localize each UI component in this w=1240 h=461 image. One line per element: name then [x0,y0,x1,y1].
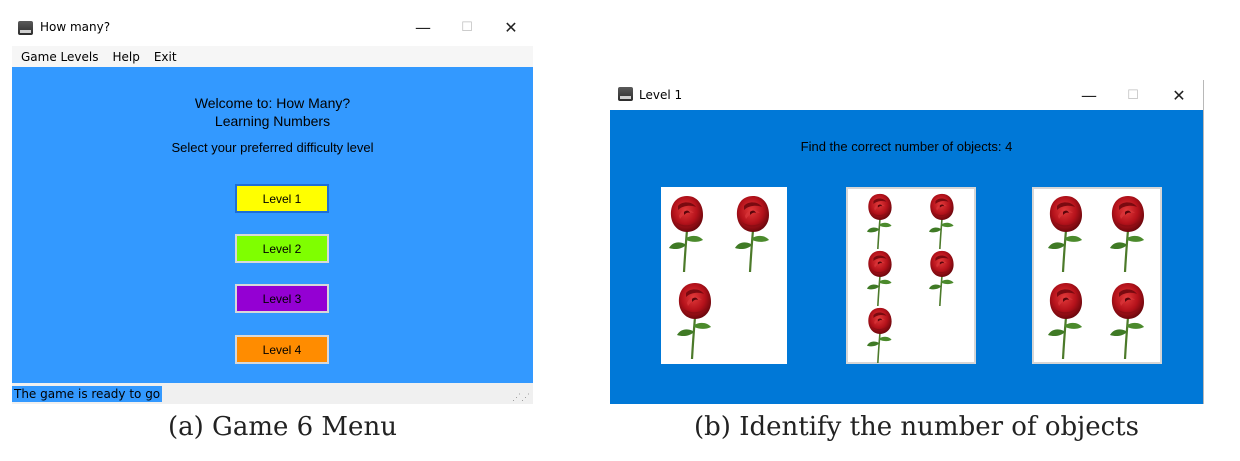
caption-b: (b) Identify the number of objects [694,412,1139,442]
menu-item-exit[interactable]: Exit [149,50,186,64]
caption-a: (a) Game 6 Menu [168,412,397,442]
resize-grip-icon[interactable]: ⋰⋰ [512,393,530,402]
rose-icon [733,191,773,273]
minimize-icon[interactable]: — [1067,80,1111,110]
level-window: Level 1 — ☐ ✕ Find the correct number of… [610,80,1204,404]
rose-icon [862,248,898,306]
rose-icon [862,305,898,363]
rose-icon [924,191,960,249]
welcome-heading: Welcome to: How Many? [194,95,351,111]
menu-item-game-levels[interactable]: Game Levels [16,50,107,64]
menu-client-area: Welcome to: How Many? Learning Numbers S… [12,67,533,383]
level-2-button[interactable]: Level 2 [235,234,329,263]
level-4-button[interactable]: Level 4 [235,335,329,364]
maximize-icon: ☐ [1127,87,1139,103]
app-icon [618,87,633,101]
status-bar: The game is ready to go ⋰⋰ [12,383,533,404]
difficulty-prompt: Select your preferred difficulty level [171,140,374,155]
rose-icon [1046,278,1086,360]
window-title: Level 1 [639,88,683,102]
level-1-button[interactable]: Level 1 [235,184,329,213]
menu-window: How many? — ☐ ✕ Game Levels Help Exit We… [12,10,533,404]
maximize-icon: ☐ [461,19,473,35]
minimize-icon[interactable]: — [401,10,445,44]
close-icon[interactable]: ✕ [1157,80,1201,110]
rose-icon [1108,191,1148,273]
rose-icon [862,191,898,249]
instruction-text: Find the correct number of objects: 4 [800,139,1013,154]
menu-bar: Game Levels Help Exit [12,46,533,67]
status-text: The game is ready to go [12,386,163,402]
answer-card-2[interactable] [846,187,976,364]
rose-icon [924,248,960,306]
answer-card-1[interactable] [661,187,787,364]
rose-icon [1046,191,1086,273]
app-icon [18,21,33,35]
answer-card-3[interactable] [1032,187,1162,364]
close-icon[interactable]: ✕ [489,10,533,44]
subtitle-heading: Learning Numbers [214,113,331,129]
rose-icon [1108,278,1148,360]
rose-icon [675,278,715,360]
level-window-titlebar[interactable]: Level 1 — ☐ ✕ [610,80,1203,110]
rose-icon [667,191,707,273]
window-title: How many? [40,20,111,34]
level-client-area: Find the correct number of objects: 4 [610,110,1203,404]
menu-item-help[interactable]: Help [107,50,148,64]
menu-window-titlebar[interactable]: How many? — ☐ ✕ [12,10,533,46]
level-3-button[interactable]: Level 3 [235,284,329,313]
